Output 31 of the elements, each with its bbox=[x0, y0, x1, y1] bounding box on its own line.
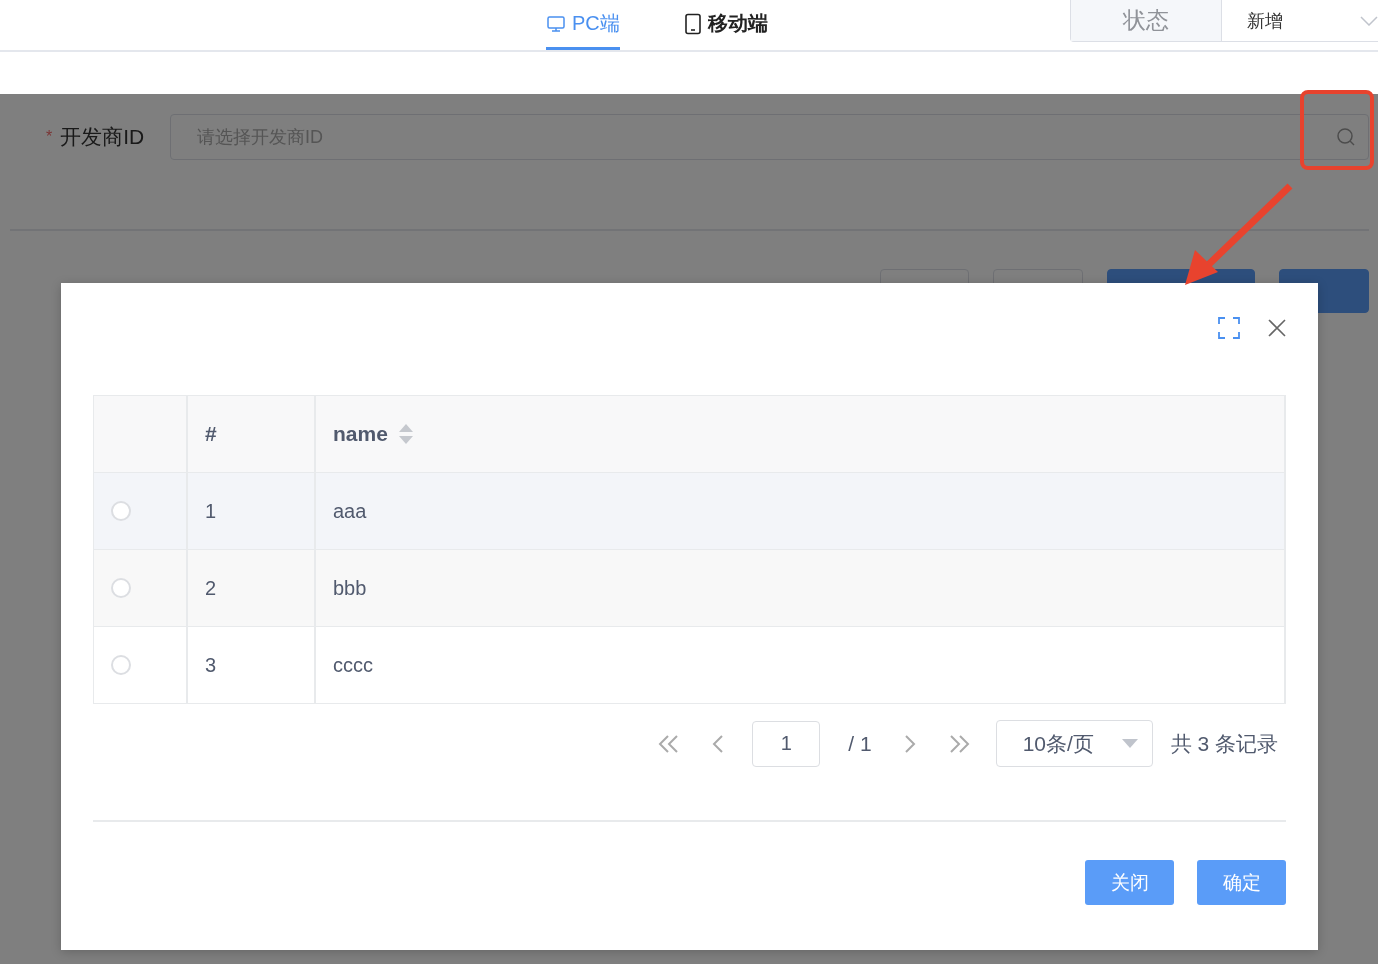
table-cell: 2 bbox=[205, 576, 217, 600]
search-icon bbox=[1336, 127, 1356, 147]
status-select[interactable]: 新增 bbox=[1222, 0, 1378, 41]
record-count: 共 3 条记录 bbox=[1170, 730, 1278, 757]
close-icon[interactable] bbox=[1268, 319, 1286, 337]
table-cell: cccc bbox=[333, 653, 373, 677]
status-label: 状态 bbox=[1071, 0, 1222, 41]
table-cell: bbb bbox=[333, 576, 367, 600]
radio-button[interactable] bbox=[111, 501, 131, 521]
field-label: 开发商ID bbox=[60, 124, 145, 150]
table-cell: 3 bbox=[205, 653, 217, 677]
tablet-icon bbox=[683, 12, 702, 35]
caret-icon bbox=[1121, 739, 1138, 748]
page-size-select[interactable]: 10条/页 bbox=[995, 720, 1153, 767]
table-cell: aaa bbox=[333, 499, 367, 523]
column-header[interactable]: # bbox=[205, 422, 217, 446]
table-row[interactable]: 1 aaa bbox=[94, 473, 1284, 550]
required-mark: * bbox=[46, 128, 53, 146]
table-cell: 1 bbox=[205, 499, 217, 523]
tab[interactable]: 移动端 bbox=[683, 0, 768, 50]
page-total: / 1 bbox=[848, 731, 872, 756]
fullscreen-icon[interactable] bbox=[1218, 317, 1240, 339]
table-row[interactable]: 2 bbb bbox=[94, 550, 1284, 627]
monitor-icon bbox=[546, 13, 566, 34]
radio-button[interactable] bbox=[111, 655, 131, 675]
page-input[interactable]: 1 bbox=[752, 720, 821, 767]
tab[interactable]: PC端 bbox=[546, 0, 620, 50]
chevron-down-icon bbox=[1360, 15, 1378, 26]
column-header[interactable]: name bbox=[333, 422, 388, 446]
sort-icon[interactable] bbox=[397, 422, 414, 446]
radio-button[interactable] bbox=[111, 578, 131, 598]
